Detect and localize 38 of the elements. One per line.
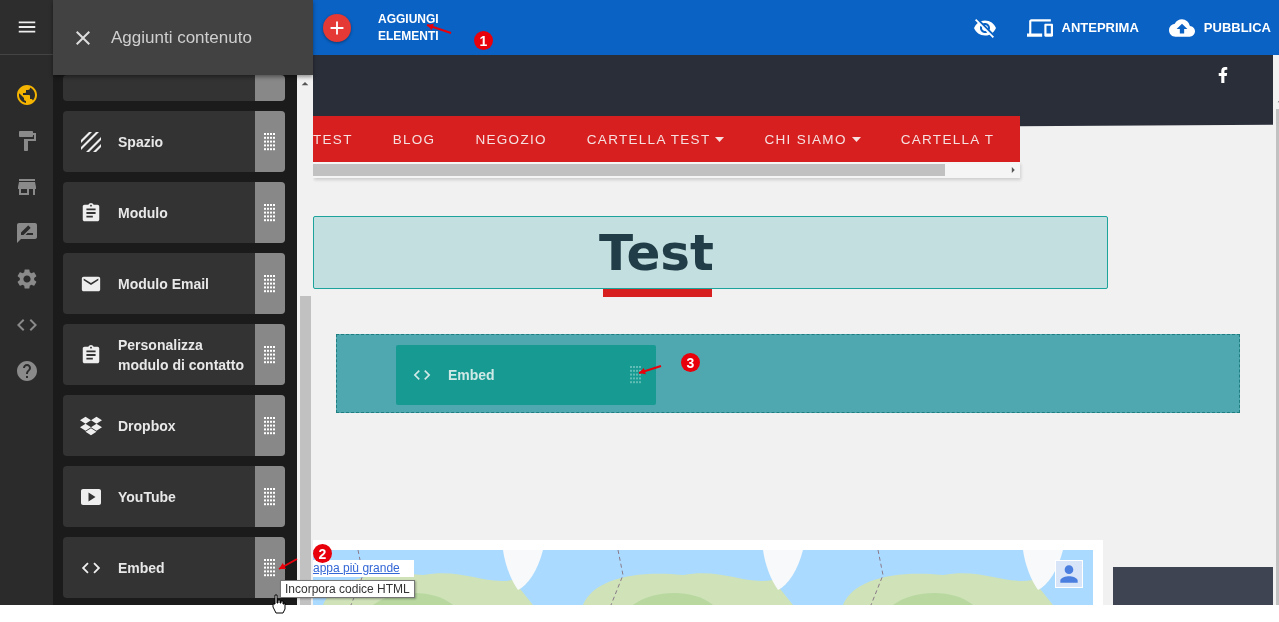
panel-title: Aggiunti contenuto [111, 27, 252, 48]
embed-label: Embed [448, 367, 496, 383]
page-title: Test [598, 223, 714, 282]
content-item[interactable]: Dropbox [63, 395, 285, 456]
add-elements-label[interactable]: AGGIUNGI ELEMENTI [378, 10, 450, 45]
drag-handle-icon[interactable] [264, 487, 276, 506]
nav-link[interactable]: NEGOZIO [475, 131, 547, 147]
publish-button[interactable]: PUBBLICA [1168, 14, 1271, 41]
scrollbar-thumb[interactable] [313, 164, 945, 176]
nav-link[interactable]: TEST [313, 131, 353, 147]
add-button[interactable] [323, 13, 351, 42]
drag-handle-icon[interactable] [264, 203, 276, 222]
nav-link[interactable]: CARTELLA T [900, 131, 995, 147]
drag-handle-icon[interactable] [264, 132, 276, 151]
hand-cursor-icon [272, 594, 286, 614]
nav-link[interactable]: CARTELLA TEST [586, 131, 725, 147]
drag-handle-icon[interactable] [264, 416, 276, 435]
stripes-icon [80, 131, 101, 152]
callout-arrow [638, 365, 662, 375]
map-link[interactable]: appa più grande [313, 560, 414, 577]
preview-button[interactable]: ANTEPRIMA [1026, 14, 1139, 41]
content-item[interactable]: Embed [63, 537, 285, 598]
person-icon[interactable] [1055, 560, 1083, 588]
dropbox-icon [79, 414, 102, 437]
content-item[interactable]: Spazio [63, 111, 285, 172]
content-item[interactable]: Modulo [63, 182, 285, 243]
content-item[interactable]: Modulo Email [63, 253, 285, 314]
tooltip: Incorpora codice HTML [280, 580, 415, 598]
drag-handle-icon[interactable] [264, 558, 276, 577]
nav-link[interactable]: BLOG [392, 131, 436, 147]
callout-arrow [278, 558, 298, 570]
drag-handle-icon[interactable] [264, 274, 276, 293]
drag-handle-icon[interactable] [264, 345, 276, 364]
content-item[interactable] [63, 75, 285, 101]
nav-link[interactable]: CHI SIAMO [764, 131, 861, 147]
content-item[interactable]: Personalizza modulo di contatto [63, 324, 285, 385]
content-item[interactable]: YouTube [63, 466, 285, 527]
drag-handle-icon[interactable] [630, 366, 642, 384]
